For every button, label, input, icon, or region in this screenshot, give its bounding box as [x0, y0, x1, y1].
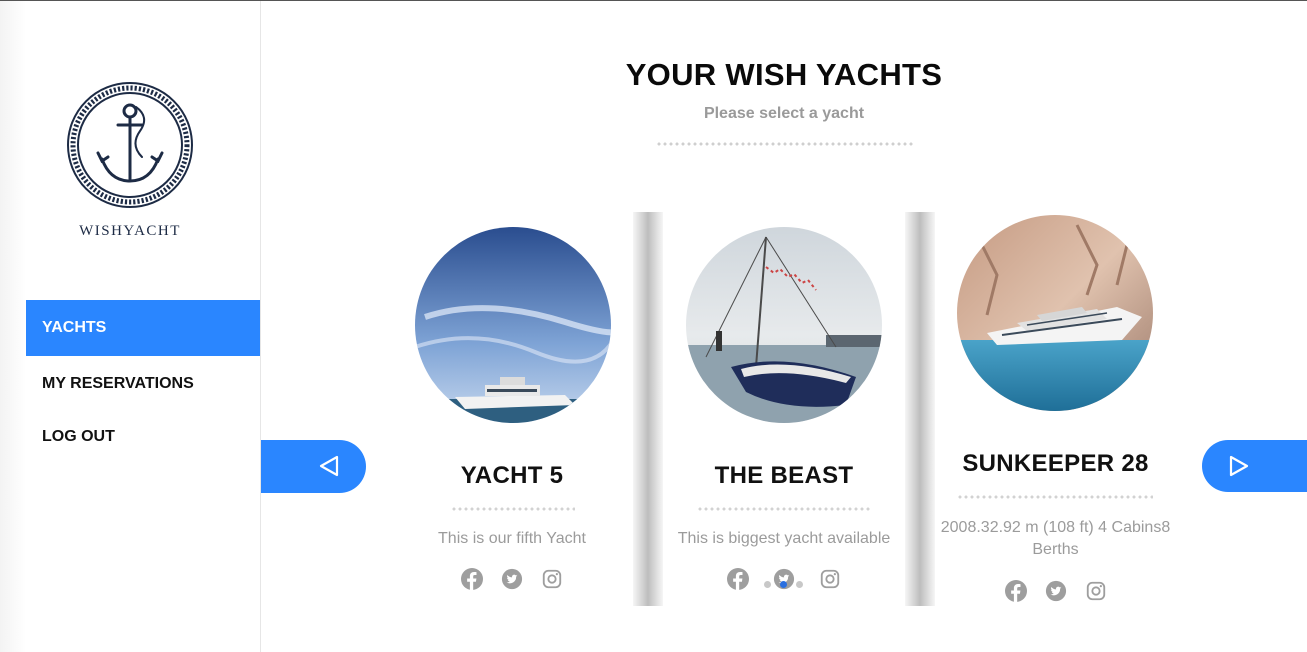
pagination-dot[interactable]	[796, 581, 803, 588]
page-title: YOUR WISH YACHTS	[625, 57, 943, 92]
arrow-right-icon	[1229, 455, 1249, 477]
social-links	[935, 580, 1176, 602]
yacht-description: 2008.32.92 m (108 ft) 4 Cabins8 Berths	[940, 519, 1171, 558]
yacht-card[interactable]: SUNKEEPER 28 2008.32.92 m (108 ft) 4 Cab…	[935, 212, 1176, 606]
title-separator	[656, 142, 914, 146]
yacht-name: YACHT 5	[460, 462, 564, 489]
yacht-description: This is biggest yacht available	[677, 530, 891, 547]
facebook-icon[interactable]	[727, 568, 749, 590]
facebook-icon[interactable]	[1004, 580, 1027, 602]
instagram-icon[interactable]	[541, 568, 563, 590]
twitter-icon[interactable]	[501, 568, 523, 590]
yacht-card[interactable]: THE BEAST This is biggest yacht availabl…	[663, 212, 905, 606]
main-nav: YACHTS MY RESERVATIONS LOG OUT	[26, 300, 260, 461]
page-subtitle: Please select a yacht	[703, 105, 865, 122]
anchor-logo	[67, 82, 193, 208]
instagram-icon[interactable]	[1085, 580, 1107, 602]
yacht-photo[interactable]	[415, 227, 611, 423]
twitter-icon[interactable]	[1045, 580, 1067, 602]
social-links	[391, 568, 633, 590]
pagination-dot-active[interactable]	[780, 581, 787, 588]
carousel-prev-button[interactable]	[261, 440, 366, 493]
yacht-name-separator	[957, 495, 1153, 499]
nav-item-my-reservations[interactable]: MY RESERVATIONS	[26, 356, 260, 412]
yacht-carousel: YACHT 5 This is our fifth Yacht THE BEAS…	[391, 212, 1176, 606]
yacht-photo[interactable]	[686, 227, 882, 423]
facebook-icon[interactable]	[461, 568, 483, 590]
yacht-name-separator	[451, 507, 575, 511]
yacht-name-separator	[697, 507, 871, 511]
sidebar: WISHYACHT YACHTS MY RESERVATIONS LOG OUT	[0, 1, 261, 652]
app-window: WISHYACHT YACHTS MY RESERVATIONS LOG OUT…	[0, 0, 1307, 652]
yacht-name: THE BEAST	[714, 462, 854, 489]
nav-item-log-out[interactable]: LOG OUT	[26, 412, 260, 461]
yacht-photo[interactable]	[957, 215, 1153, 411]
yacht-description: This is our fifth Yacht	[438, 530, 586, 547]
arrow-left-icon	[319, 455, 339, 477]
yacht-card[interactable]: YACHT 5 This is our fifth Yacht	[391, 212, 633, 606]
pagination-dot[interactable]	[764, 581, 771, 588]
nav-item-yachts[interactable]: YACHTS	[26, 300, 260, 356]
carousel-next-button[interactable]	[1202, 440, 1307, 492]
card-divider	[905, 212, 935, 606]
carousel-pagination	[764, 581, 803, 588]
instagram-icon[interactable]	[819, 568, 841, 590]
card-divider	[633, 212, 663, 606]
brand-name: WISHYACHT	[79, 223, 181, 239]
yacht-name: SUNKEEPER 28	[962, 450, 1149, 477]
